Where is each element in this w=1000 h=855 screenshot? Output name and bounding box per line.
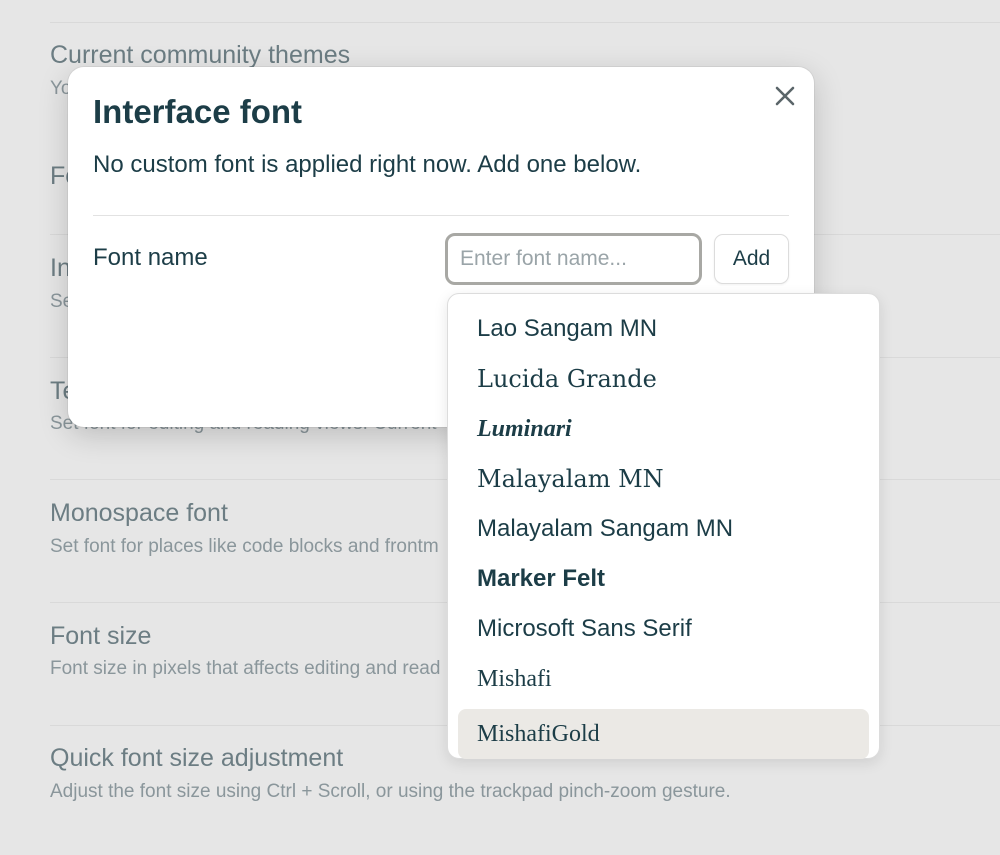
font-name-label: Font name: [93, 244, 208, 271]
font-option-luminari[interactable]: Luminari: [458, 404, 869, 454]
font-option-mishafigold[interactable]: MishafiGold: [458, 709, 869, 759]
setting-desc-font-size: Font size in pixels that affects editing…: [50, 658, 441, 679]
divider: [50, 22, 1000, 23]
font-option-lao-sangam-mn[interactable]: Lao Sangam MN: [458, 304, 869, 354]
setting-desc-monospace-font: Set font for places like code blocks and…: [50, 536, 439, 557]
font-option-mishafi[interactable]: Mishafi: [458, 654, 869, 704]
setting-title-font-size: Font size: [50, 622, 152, 650]
close-button[interactable]: [768, 79, 802, 113]
modal-description: No custom font is applied right now. Add…: [93, 151, 642, 178]
setting-title-community-themes: Current community themes: [50, 41, 351, 69]
font-option-microsoft-sans-serif[interactable]: Microsoft Sans Serif: [458, 604, 869, 654]
font-option-marker-felt[interactable]: Marker Felt: [458, 554, 869, 604]
setting-title-monospace-font: Monospace font: [50, 499, 228, 527]
close-icon: [775, 86, 795, 106]
font-suggestions-dropdown: Lao Sangam MN Lucida Grande Luminari Mal…: [447, 293, 880, 759]
font-option-lucida-grande[interactable]: Lucida Grande: [458, 354, 869, 404]
font-option-malayalam-sangam-mn[interactable]: Malayalam Sangam MN: [458, 504, 869, 554]
modal-divider: [93, 215, 789, 216]
add-button[interactable]: Add: [714, 234, 789, 284]
modal-title: Interface font: [93, 93, 303, 130]
setting-desc-quick-font-size: Adjust the font size using Ctrl + Scroll…: [50, 781, 731, 802]
font-option-malayalam-mn[interactable]: Malayalam MN: [458, 454, 869, 504]
setting-title-quick-font-size: Quick font size adjustment: [50, 744, 344, 772]
font-name-input[interactable]: [445, 233, 702, 285]
